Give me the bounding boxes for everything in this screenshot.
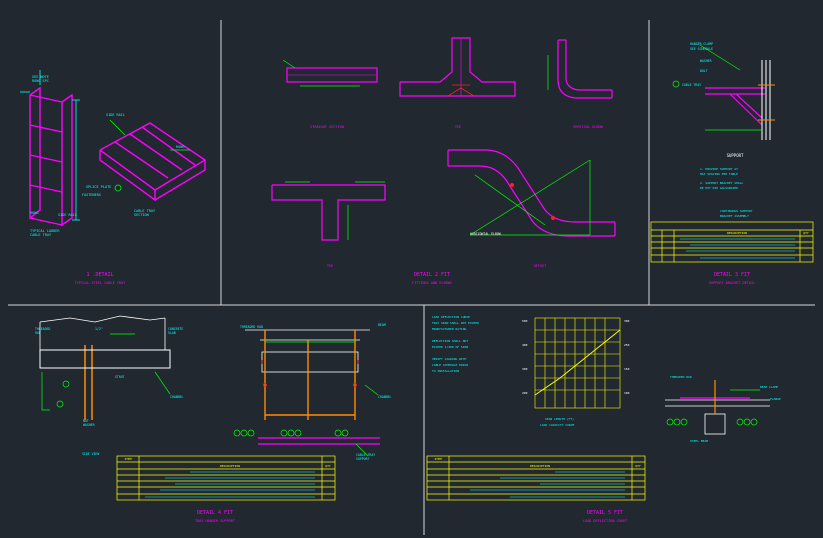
label-tee-lower: TEE [327, 264, 333, 268]
cad-drawing-sheet: SEE NOTE RUNG SPC RUNG SIDE RAIL SPLICE … [0, 0, 823, 538]
svg-text:FASTENERS: FASTENERS [82, 193, 101, 197]
svg-text:1. PROVIDE SUPPORT AT: 1. PROVIDE SUPPORT AT [700, 167, 738, 171]
detail-3-table-qty-header: QTY [803, 231, 809, 235]
detail-4-table-qty-header: QTY [325, 464, 331, 468]
svg-text:2. SUPPORT BRACKET SHALL: 2. SUPPORT BRACKET SHALL [700, 181, 744, 185]
label-horizontal-elbow: HORIZONTAL ELBOW [470, 232, 501, 236]
svg-text:200: 200 [522, 391, 528, 395]
svg-text:LOAD DEFLECTION CURVE: LOAD DEFLECTION CURVE [432, 315, 470, 319]
detail-3-table-desc-header: DESCRIPTION [727, 231, 747, 235]
detail-5-title: DETAIL 5 FIT [587, 510, 623, 516]
svg-text:SPAN LENGTH (FT): SPAN LENGTH (FT) [545, 417, 574, 421]
svg-text:250: 250 [624, 343, 630, 347]
svg-text:RUNG: RUNG [176, 145, 184, 149]
svg-text:BOLT: BOLT [700, 69, 708, 73]
detail-4-table-item-header: ITEM [124, 457, 131, 461]
detail-5-subtitle: LOAD DEFLECTION CHART [583, 519, 628, 523]
svg-text:150: 150 [624, 367, 630, 371]
svg-text:DEFLECTION SHALL NOT: DEFLECTION SHALL NOT [432, 339, 468, 343]
svg-text:CABLE SCHEDULE PRIOR: CABLE SCHEDULE PRIOR [432, 363, 468, 367]
svg-text:500: 500 [522, 319, 528, 323]
svg-text:SIDE VIEW: SIDE VIEW [82, 452, 99, 456]
svg-text:TRAY SPAN SHALL NOT EXCEED: TRAY SPAN SHALL NOT EXCEED [432, 321, 479, 325]
svg-text:BRACKET ASSEMBLY: BRACKET ASSEMBLY [720, 214, 749, 218]
svg-text:SECTION: SECTION [134, 213, 149, 217]
svg-text:SUPPORT: SUPPORT [356, 457, 370, 461]
svg-text:HANGER CLAMP: HANGER CLAMP [690, 42, 713, 46]
svg-text:BEAM CLAMP: BEAM CLAMP [760, 385, 778, 389]
svg-text:MANUFACTURER RATING: MANUFACTURER RATING [432, 327, 467, 331]
detail-3-title: DETAIL 3 FIT [714, 272, 750, 278]
label-straight: STRAIGHT SECTION [310, 125, 344, 129]
svg-text:400: 400 [522, 343, 528, 347]
svg-text:THREADED ROD: THREADED ROD [240, 325, 263, 329]
svg-text:SLAB: SLAB [168, 331, 176, 335]
svg-text:STEEL BEAM: STEEL BEAM [690, 439, 708, 443]
svg-text:MAX SPACING PER TABLE: MAX SPACING PER TABLE [700, 172, 738, 176]
svg-text:WASHER: WASHER [700, 59, 712, 63]
svg-text:EXCEED 1/200 OF SPAN: EXCEED 1/200 OF SPAN [432, 345, 468, 349]
svg-text:TO INSTALLATION: TO INSTALLATION [432, 369, 459, 373]
label-offset: OFFSET [534, 264, 548, 268]
svg-text:RUNG: RUNG [30, 211, 38, 215]
svg-text:SIDE RAIL: SIDE RAIL [58, 213, 77, 217]
detail-5-table-qty-header: QTY [635, 464, 641, 468]
label-tee: TEE [455, 125, 461, 129]
svg-text:CHANNEL: CHANNEL [378, 395, 392, 399]
svg-text:300: 300 [624, 319, 630, 323]
svg-text:ROD: ROD [35, 331, 41, 335]
detail-4-table-desc-header: DESCRIPTION [220, 464, 240, 468]
svg-text:CABLE TRAY: CABLE TRAY [30, 233, 52, 237]
svg-text:THREADED ROD: THREADED ROD [670, 375, 692, 379]
svg-text:CABLE TRAY: CABLE TRAY [682, 83, 701, 87]
svg-text:FLANGE: FLANGE [770, 397, 781, 401]
detail-4-subtitle: TRAY HANGER SUPPORT [195, 519, 236, 523]
detail-2-title: DETAIL 2 FIT [414, 272, 450, 278]
svg-text:RUNG SPC: RUNG SPC [32, 79, 49, 83]
detail-5-table-item-header: ITEM [434, 457, 441, 461]
svg-text:BE HOT DIP GALVANIZED: BE HOT DIP GALVANIZED [700, 186, 738, 190]
svg-text:LOAD CAPACITY CURVE: LOAD CAPACITY CURVE [540, 423, 575, 427]
notes-heading: SUPPORT [727, 153, 744, 158]
svg-text:SEE SCHEDULE: SEE SCHEDULE [690, 47, 713, 51]
detail-1-title: 1 .DETAIL [86, 272, 113, 278]
detail-2-subtitle: FITTINGS AND ELBOWS [412, 281, 452, 285]
detail-5-table-desc-header: DESCRIPTION [530, 464, 550, 468]
svg-text:1/2": 1/2" [95, 327, 103, 331]
svg-text:CHANNEL: CHANNEL [170, 395, 184, 399]
svg-text:SIDE RAIL: SIDE RAIL [106, 113, 125, 117]
svg-text:VERIFY LOADING WITH: VERIFY LOADING WITH [432, 357, 467, 361]
svg-text:STRUT: STRUT [115, 375, 125, 379]
svg-text:WASHER: WASHER [83, 423, 95, 427]
detail-3-subtitle: SUPPORT BRACKET DETAIL [709, 281, 755, 285]
svg-text:BEAM: BEAM [378, 323, 386, 327]
label-elbow-vertical: VERTICAL ELBOW [573, 125, 603, 129]
detail-4-title: DETAIL 4 FIT [197, 510, 233, 516]
svg-text:300: 300 [522, 367, 528, 371]
detail-1-subtitle: TYPICAL STEEL CABLE TRAY [75, 281, 126, 285]
svg-text:CONTINUOUS SUPPORT: CONTINUOUS SUPPORT [720, 209, 753, 213]
svg-text:SPLICE PLATE: SPLICE PLATE [86, 185, 111, 189]
svg-text:100: 100 [624, 391, 630, 395]
